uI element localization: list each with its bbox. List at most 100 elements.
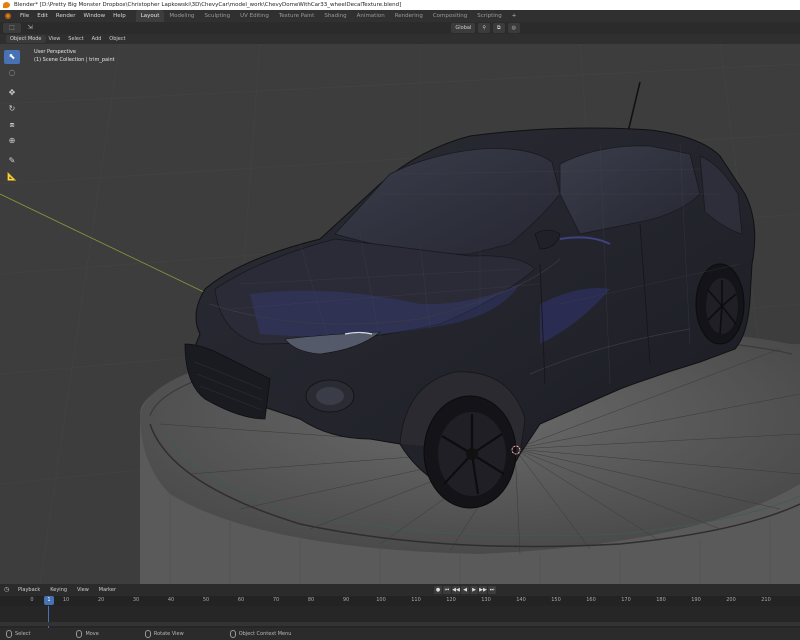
menu-render[interactable]: Render — [52, 10, 80, 22]
tick-label: 100 — [376, 597, 386, 603]
current-frame-indicator[interactable]: 1 — [44, 596, 54, 605]
record-icon[interactable]: ● — [434, 586, 442, 594]
tab-sculpting[interactable]: Sculpting — [199, 10, 235, 22]
transform-icon[interactable]: ⊕ — [4, 134, 20, 148]
tab-layout[interactable]: Layout — [135, 10, 165, 22]
tool-shelf: ⬉ ◌ ✥ ↻ ⧈ ⊕ ✎ 📐 — [4, 50, 20, 184]
prev-keyframe-icon[interactable]: ◀◀ — [452, 586, 460, 594]
tick-label: 120 — [446, 597, 456, 603]
tick-label: 180 — [656, 597, 666, 603]
tick-label: 40 — [167, 597, 175, 603]
timeline-header: ◷ Playback Keying View Marker ● ⏮ ◀◀ ◀ ▶… — [0, 584, 800, 596]
pivot-icon[interactable]: ⚲ — [478, 23, 491, 33]
transform-controls: Global ⚲ ⧉ ◎ — [451, 23, 520, 33]
tool-header: ⬚ ⇲ Global ⚲ ⧉ ◎ — [0, 22, 800, 34]
status-bar: Select Move Rotate View Object Context M… — [0, 628, 800, 640]
window-title: Blender* [D:\Pretty Big Monster Dropbox\… — [14, 2, 402, 8]
tick-label: 140 — [516, 597, 526, 603]
playback-menu[interactable]: Playback — [14, 587, 44, 593]
timeline-menu: Playback Keying View Marker — [14, 584, 120, 596]
menu-file[interactable]: File — [16, 10, 33, 22]
top-menu-bar: ◉ File Edit Render Window Help Layout Mo… — [0, 10, 800, 22]
editor-type-icon[interactable]: ⬚ — [3, 23, 21, 33]
view-perspective-label: User Perspective — [34, 49, 76, 55]
snap-icon[interactable]: ⧉ — [493, 23, 505, 33]
main-menu: File Edit Render Window Help — [16, 10, 130, 22]
timeline-view-menu[interactable]: View — [73, 587, 93, 593]
rotate-icon[interactable]: ↻ — [4, 102, 20, 116]
status-move: Move — [76, 630, 99, 638]
menu-help[interactable]: Help — [109, 10, 130, 22]
cursor-icon[interactable]: ◌ — [4, 66, 20, 80]
tick-label: 50 — [202, 597, 210, 603]
tick-label: 160 — [586, 597, 596, 603]
timeline-editor-icon[interactable]: ◷ — [4, 585, 14, 595]
tick-label: 130 — [481, 597, 491, 603]
tick-label: 90 — [342, 597, 350, 603]
select-box-icon[interactable]: ⬉ — [4, 50, 20, 64]
tick-label: 110 — [411, 597, 421, 603]
tab-texture-paint[interactable]: Texture Paint — [274, 10, 320, 22]
tick-label: 210 — [761, 597, 771, 603]
playback-controls: ● ⏮ ◀◀ ◀ ▶ ▶▶ ⏭ — [434, 586, 496, 594]
3d-viewport[interactable]: User Perspective (1) Scene Collection | … — [0, 44, 800, 584]
status-select: Select — [6, 630, 30, 638]
tick-label: 190 — [691, 597, 701, 603]
window-title-bar: Blender* [D:\Pretty Big Monster Dropbox\… — [0, 0, 800, 10]
tick-label: 30 — [132, 597, 140, 603]
tab-animation[interactable]: Animation — [352, 10, 390, 22]
play-reverse-icon[interactable]: ◀ — [461, 586, 469, 594]
viewport-menu: View Select Add Object — [46, 34, 129, 44]
tab-uv-editing[interactable]: UV Editing — [235, 10, 274, 22]
tick-label: 70 — [272, 597, 280, 603]
workspace-tabs: Layout Modeling Sculpting UV Editing Tex… — [135, 10, 522, 22]
mouse-left-icon — [6, 630, 12, 638]
tick-label: 200 — [726, 597, 736, 603]
tab-shading[interactable]: Shading — [319, 10, 351, 22]
mouse-drag-icon — [76, 630, 83, 638]
move-icon[interactable]: ✥ — [4, 86, 20, 100]
timeline-ruler[interactable]: 0 1 10 20 30 40 50 60 70 80 90 100 110 1… — [0, 596, 800, 606]
select-mode-icon[interactable]: ⇲ — [25, 23, 35, 33]
menu-window[interactable]: Window — [79, 10, 109, 22]
tick-label: 150 — [551, 597, 561, 603]
object-mode-dropdown[interactable]: Object Mode — [6, 35, 46, 43]
tab-compositing[interactable]: Compositing — [428, 10, 472, 22]
viewport-scene — [0, 44, 800, 584]
timeline-scrollbar[interactable] — [0, 622, 800, 626]
add-workspace-button[interactable]: + — [507, 10, 522, 22]
marker-menu[interactable]: Marker — [95, 587, 120, 593]
menu-edit[interactable]: Edit — [33, 10, 52, 22]
add-menu[interactable]: Add — [89, 36, 105, 42]
tick-label: 0 — [30, 597, 34, 603]
status-rotate-view: Rotate View — [144, 630, 184, 638]
keying-menu[interactable]: Keying — [46, 587, 71, 593]
blender-logo-icon[interactable]: ◉ — [3, 11, 13, 21]
measure-icon[interactable]: 📐 — [4, 170, 20, 184]
tick-label: 60 — [237, 597, 245, 603]
mouse-middle-icon — [144, 630, 151, 638]
scale-icon[interactable]: ⧈ — [4, 118, 20, 132]
tab-rendering[interactable]: Rendering — [390, 10, 428, 22]
viewport-header: Object Mode View Select Add Object — [0, 34, 800, 44]
orientation-dropdown[interactable]: Global — [451, 23, 476, 33]
view-menu[interactable]: View — [46, 36, 64, 42]
tick-label: 170 — [621, 597, 631, 603]
object-menu[interactable]: Object — [106, 36, 128, 42]
timeline-area[interactable] — [0, 606, 800, 628]
tick-label: 80 — [307, 597, 315, 603]
tab-scripting[interactable]: Scripting — [472, 10, 506, 22]
viewport-info: User Perspective (1) Scene Collection | … — [34, 48, 115, 64]
tab-modeling[interactable]: Modeling — [164, 10, 199, 22]
blender-app-icon — [3, 2, 10, 8]
proportional-edit-icon[interactable]: ◎ — [507, 23, 520, 33]
scene-collection-label: (1) Scene Collection | trim_paint — [34, 57, 115, 63]
play-icon[interactable]: ▶ — [470, 586, 478, 594]
select-menu[interactable]: Select — [65, 36, 86, 42]
next-keyframe-icon[interactable]: ▶▶ — [479, 586, 487, 594]
tick-label: 10 — [62, 597, 70, 603]
annotate-icon[interactable]: ✎ — [4, 154, 20, 168]
jump-start-icon[interactable]: ⏮ — [443, 586, 451, 594]
jump-end-icon[interactable]: ⏭ — [488, 586, 496, 594]
status-context-menu: Object Context Menu — [229, 630, 291, 638]
